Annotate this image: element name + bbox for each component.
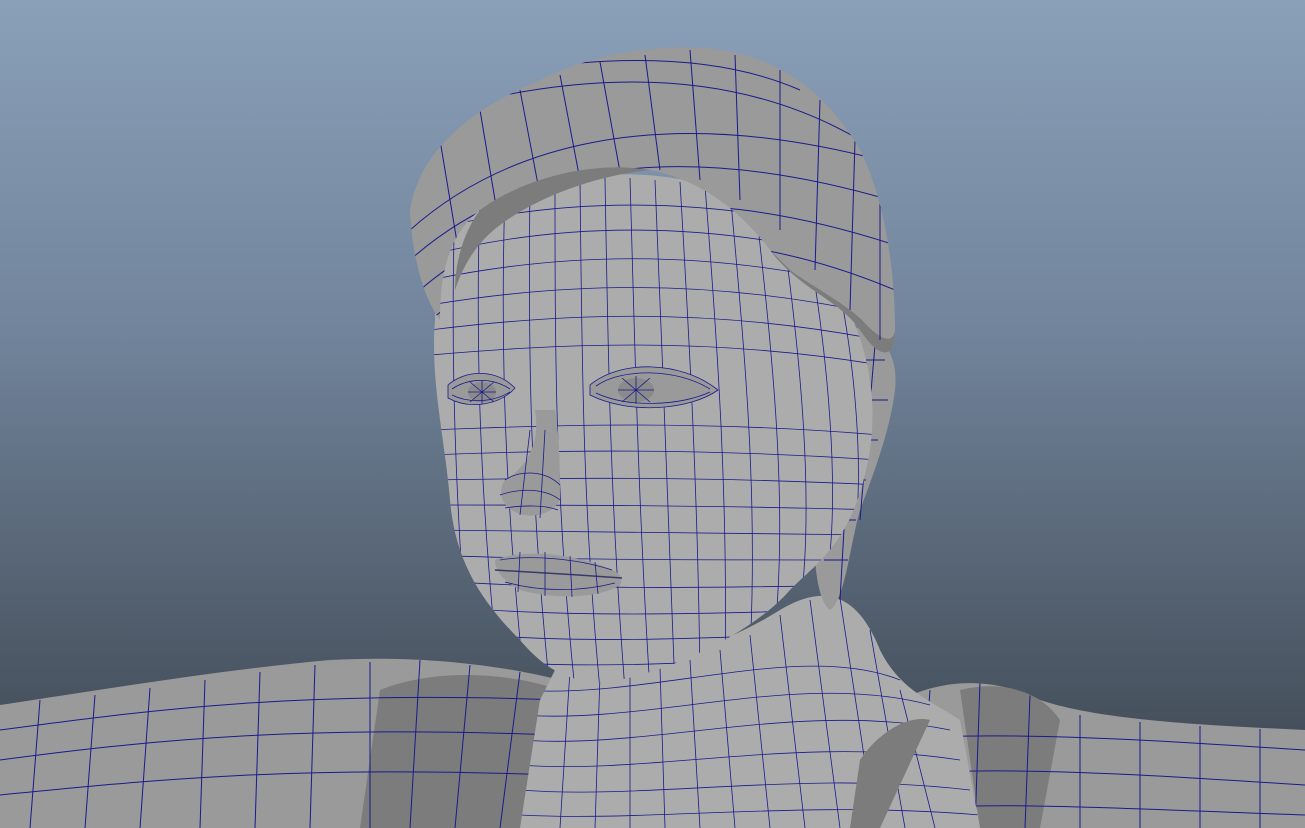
3d-viewport[interactable] — [0, 0, 1305, 828]
scene-canvas[interactable] — [0, 0, 1305, 828]
left-shoulder-mesh[interactable] — [0, 658, 560, 828]
